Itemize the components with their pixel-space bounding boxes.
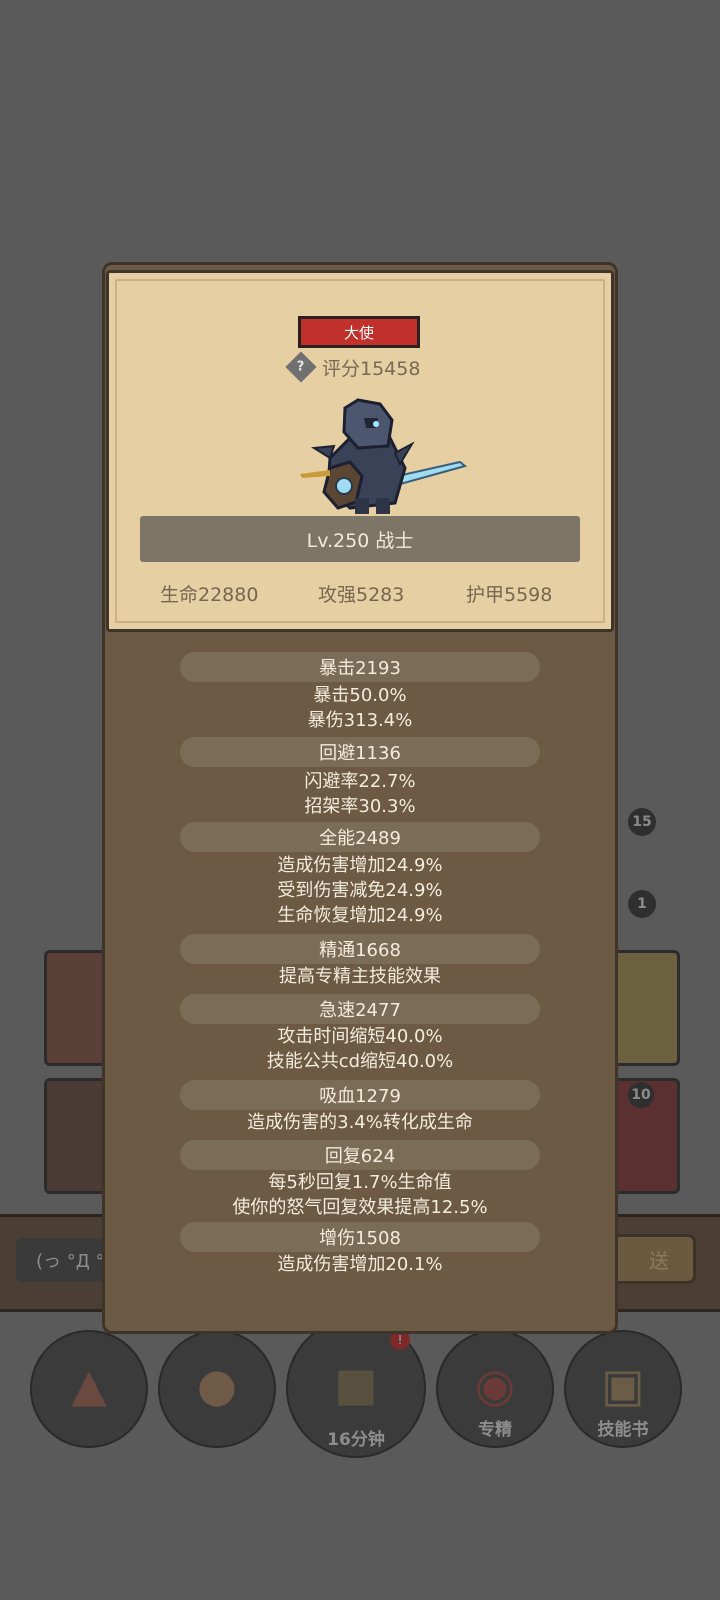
warrior-character-sprite: [300, 398, 468, 514]
help-icon[interactable]: ?: [285, 351, 317, 383]
stat-detail: 每5秒回复1.7%生命值: [268, 1172, 452, 1193]
specialize-label: 专精: [478, 1420, 512, 1440]
stat-detail: 暴伤313.4%: [307, 710, 413, 731]
target-icon: ◉: [474, 1358, 516, 1412]
stat-detail: 攻击时间缩短40.0%: [277, 1026, 443, 1047]
level-class-bar: Lv.250 战士: [140, 516, 580, 562]
potion-icon: ▲: [71, 1358, 107, 1412]
stat-detail: 造成伤害的3.4%转化成生命: [247, 1112, 473, 1133]
title-badge: 大使: [298, 316, 420, 348]
chest-timer: 16分钟: [327, 1430, 385, 1450]
score-row: ? 评分15458: [285, 351, 421, 383]
bread-button[interactable]: ●: [158, 1330, 276, 1448]
armor-stat: 护甲5598: [466, 584, 553, 606]
stat-header-lifesteal: 吸血1279: [180, 1080, 540, 1110]
stat-header-crit: 暴击2193: [180, 652, 540, 682]
stat-detail: 造成伤害增加24.9%: [277, 855, 443, 876]
stat-detail: 生命恢复增加24.9%: [277, 905, 443, 926]
stat-detail: 受到伤害减免24.9%: [277, 880, 443, 901]
bread-icon: ●: [196, 1358, 238, 1412]
stat-header-dodge: 回避1136: [180, 737, 540, 767]
skillbook-label: 技能书: [597, 1420, 649, 1440]
stat-detail: 招架率30.3%: [304, 796, 416, 817]
stat-detail: 技能公共cd缩短40.0%: [266, 1051, 454, 1072]
stat-header-regen: 回复624: [180, 1140, 540, 1170]
stat-detail: 使你的怒气回复效果提高12.5%: [232, 1197, 488, 1218]
potion-button[interactable]: ▲: [30, 1330, 148, 1448]
hp-stat: 生命22880: [160, 584, 259, 606]
skillbook-button[interactable]: ▣ 技能书: [564, 1330, 682, 1448]
count-badge: 1: [628, 890, 656, 918]
stat-detail: 造成伤害增加20.1%: [277, 1254, 443, 1275]
count-badge: 15: [628, 808, 656, 836]
stat-header-mastery: 精通1668: [180, 934, 540, 964]
chest-icon: ■: [334, 1357, 378, 1411]
stat-detail: 闪避率22.7%: [304, 771, 416, 792]
stat-detail: 暴击50.0%: [313, 685, 407, 706]
stat-header-versatility: 全能2489: [180, 822, 540, 852]
stat-detail: 提高专精主技能效果: [279, 966, 441, 987]
stat-header-damage-bonus: 增伤1508: [180, 1222, 540, 1252]
book-icon: ▣: [601, 1358, 645, 1412]
specialize-button[interactable]: ◉ 专精: [436, 1330, 554, 1448]
stat-header-haste: 急速2477: [180, 994, 540, 1024]
score-value: 评分15458: [322, 357, 421, 380]
count-badge: 10: [628, 1082, 654, 1108]
attack-stat: 攻强5283: [318, 584, 405, 606]
